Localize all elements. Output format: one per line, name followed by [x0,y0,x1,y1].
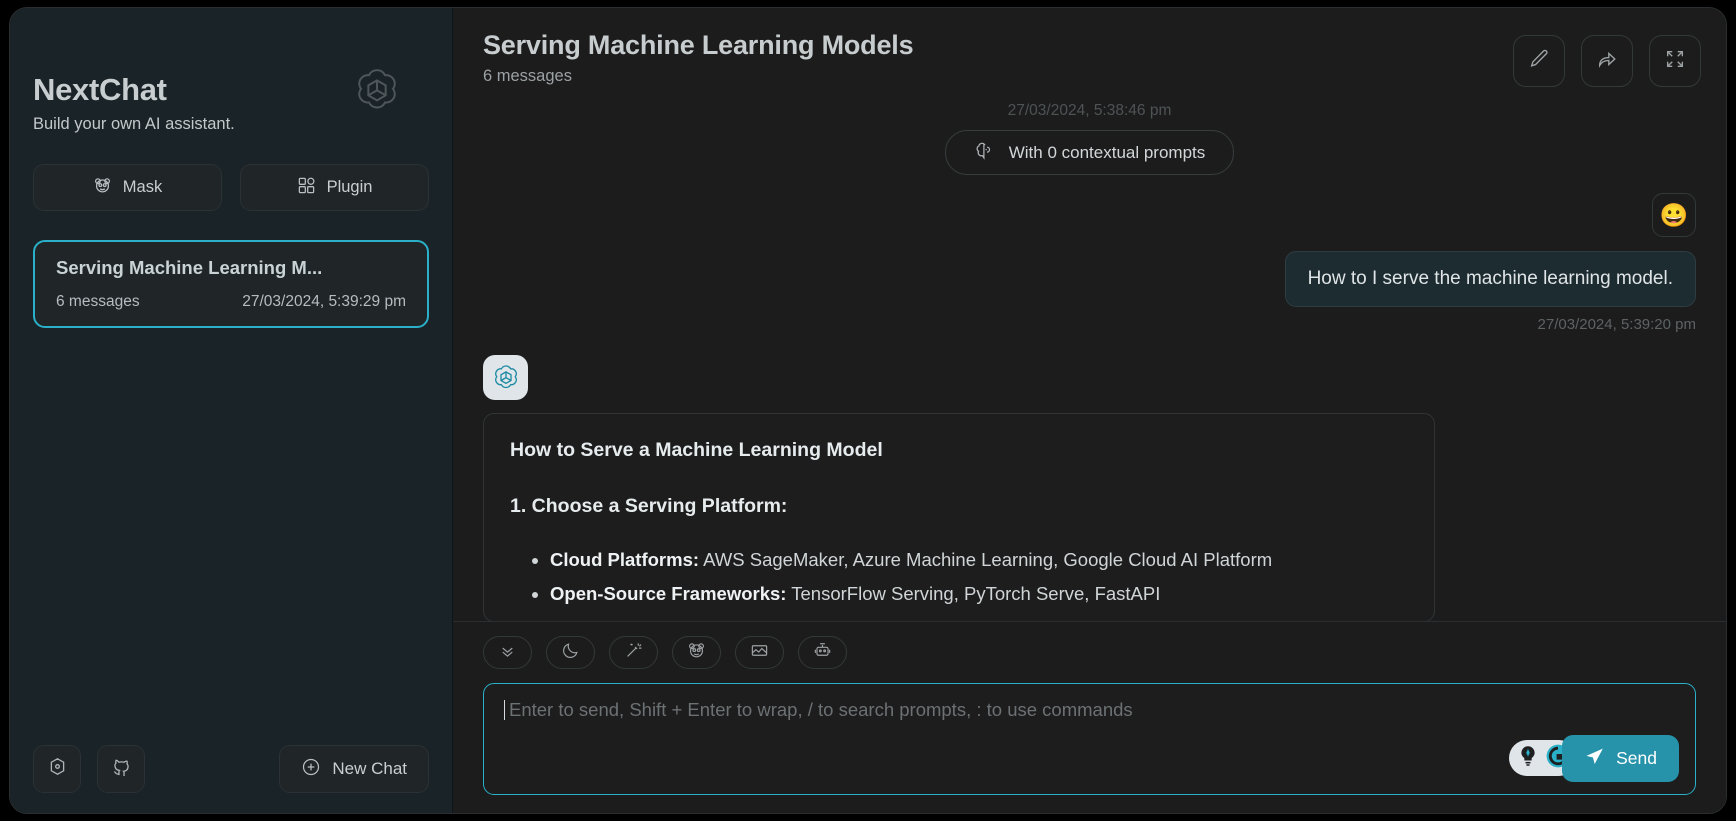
layout-button[interactable] [735,636,784,669]
share-button[interactable] [1581,35,1633,87]
app-tagline: Build your own AI assistant. [33,115,235,133]
share-arrow-icon [1596,48,1618,75]
sidebar-action-row: Mask Plugin [33,164,429,211]
theme-toggle-button[interactable] [546,636,595,669]
header-actions [1513,35,1701,87]
grid-plugin-icon [297,176,316,200]
openai-logo-avatar [483,355,528,400]
user-message-row: 😀 How to I serve the machine learning mo… [483,175,1696,333]
chat-item-count: 6 messages [56,293,140,310]
plugin-button[interactable]: Plugin [240,164,429,211]
system-timestamp: 27/03/2024, 5:38:46 pm [1007,102,1172,119]
github-icon [111,756,132,782]
pencil-icon [1528,48,1550,75]
assistant-heading: How to Serve a Machine Learning Model [510,439,883,461]
sidebar-footer: New Chat [33,745,429,793]
panda-mask-icon [687,641,706,665]
app-window: NextChat Build your own AI assistant. Ma… [9,7,1727,814]
assistant-step-title: 1. Choose a Serving Platform: [510,495,788,517]
chat-list: Serving Machine Learning M... 6 messages… [33,240,429,328]
chat-item-title: Serving Machine Learning M... [56,257,323,278]
fullscreen-button[interactable] [1649,35,1701,87]
grinning-face-avatar: 😀 [1652,193,1696,237]
mask-button[interactable]: Mask [33,164,222,211]
context-pill-row: With 0 contextual prompts [483,130,1696,175]
image-layout-icon [750,641,769,665]
prompt-button[interactable] [609,636,658,669]
send-arrow-icon [1584,746,1605,772]
bullet-term: Cloud Platforms: [550,549,700,570]
sidebar-brand: NextChat Build your own AI assistant. [33,69,429,134]
moon-icon [561,641,580,665]
assistant-message-row: How to Serve a Machine Learning Model 1.… [483,333,1696,621]
chevrons-down-icon [498,641,517,665]
main-panel: Serving Machine Learning Models 6 messag… [453,8,1726,813]
contextual-prompts-button[interactable]: With 0 contextual prompts [944,130,1235,175]
model-button[interactable] [798,636,847,669]
list-item: Cloud Platforms: AWS SageMaker, Azure Ma… [550,543,1408,577]
mask-button[interactable] [672,636,721,669]
composer-toolbar [483,636,1696,669]
settings-hex-icon [47,756,68,782]
new-chat-label: New Chat [332,759,407,778]
user-message-timestamp: 27/03/2024, 5:39:20 pm [1537,316,1696,333]
send-button-label: Send [1616,748,1657,768]
edit-button[interactable] [1513,35,1565,87]
bullet-detail: TensorFlow Serving, PyTorch Serve, FastA… [786,583,1161,605]
bullet-term: Open-Source Frameworks: [550,583,787,605]
brain-icon [974,140,995,166]
contextual-prompts-label: With 0 contextual prompts [1008,142,1206,162]
mask-button-label: Mask [122,178,163,196]
github-button[interactable] [97,745,145,793]
chat-input[interactable]: Enter to send, Shift + Enter to wrap, / … [504,699,1133,721]
composer: Enter to send, Shift + Enter to wrap, / … [453,621,1726,813]
user-message-bubble[interactable]: How to I serve the machine learning mode… [1284,251,1696,307]
chat-item-meta: 6 messages 27/03/2024, 5:39:29 pm [56,293,406,311]
panda-mask-icon [93,176,112,200]
assistant-bullet-list: Cloud Platforms: AWS SageMaker, Azure Ma… [510,543,1408,611]
chat-header: Serving Machine Learning Models 6 messag… [453,8,1726,100]
bullet-detail: AWS SageMaker, Azure Machine Learning, G… [699,549,1273,570]
robot-icon [813,641,832,665]
chat-item-time: 27/03/2024, 5:39:29 pm [242,293,406,310]
avatar-glyph: 😀 [1659,201,1689,228]
chat-list-item-0[interactable]: Serving Machine Learning M... 6 messages… [33,240,429,328]
lightbulb-sparkle-icon[interactable] [1515,743,1541,774]
chat-input-container[interactable]: Enter to send, Shift + Enter to wrap, / … [483,683,1696,795]
scroll-to-bottom-button[interactable] [483,636,532,669]
plus-circle-icon [301,757,321,782]
settings-button[interactable] [33,745,81,793]
magic-wand-icon [624,641,643,665]
message-list[interactable]: 27/03/2024, 5:38:46 pm With 0 contextual… [453,100,1726,621]
list-item: Open-Source Frameworks: TensorFlow Servi… [550,577,1408,611]
send-button[interactable]: Send [1562,735,1679,782]
new-chat-button[interactable]: New Chat [279,745,429,793]
sidebar: NextChat Build your own AI assistant. Ma… [10,8,453,813]
expand-icon [1664,48,1686,75]
openai-logo-icon [351,65,403,117]
assistant-message-bubble[interactable]: How to Serve a Machine Learning Model 1.… [483,413,1435,621]
plugin-button-label: Plugin [326,178,373,196]
